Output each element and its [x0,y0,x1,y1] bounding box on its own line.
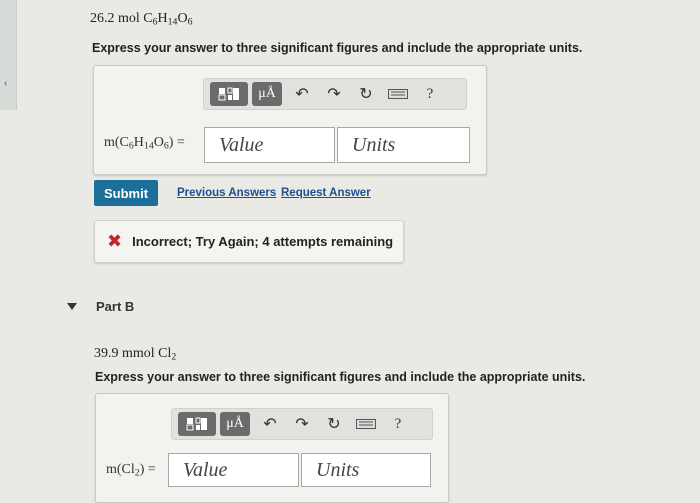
formula-text: C6H14O6 [143,11,193,28]
answer-label-a: m(C6H14O6) = [104,135,185,151]
label-text: m(C6H14O6) = [104,135,185,152]
question-a: 26.2 mol C6H14O6 [90,11,192,27]
units-button[interactable]: μÅ [252,82,282,106]
value-input-b[interactable]: Value [168,453,299,487]
reset-icon[interactable]: ↻ [318,412,350,436]
submit-button[interactable]: Submit [94,180,158,206]
answer-box-b: μÅ ↶ ↷ ↻ ? m(Cl2) = Value Units [95,393,449,503]
instructions-b: Express your answer to three significant… [95,370,586,384]
units-button[interactable]: μÅ [220,412,250,436]
previous-answers-link[interactable]: Previous Answers [177,187,276,199]
templates-icon-svg [218,87,239,101]
formula-text: Cl2 [158,346,177,363]
undo-icon[interactable]: ↶ [286,82,318,106]
feedback-box: ✖ Incorrect; Try Again; 4 attempts remai… [94,220,404,263]
math-toolbar-a: μÅ ↶ ↷ ↻ ? [203,78,467,110]
feedback-text: Incorrect; Try Again; 4 attempts remaini… [132,234,394,249]
quantity-text: 26.2 mol [90,11,140,26]
answer-box-a: μÅ ↶ ↷ ↻ ? m(C6H14O6) = Value Units [93,65,487,175]
math-toolbar-b: μÅ ↶ ↷ ↻ ? [171,408,433,440]
templates-icon[interactable] [210,82,248,106]
units-input-a[interactable]: Units [337,127,470,163]
keyboard-icon-svg [356,419,376,429]
help-icon[interactable]: ? [414,82,446,106]
reset-icon[interactable]: ↻ [350,82,382,106]
caret-down-icon[interactable] [67,303,77,310]
units-input-b[interactable]: Units [301,453,431,487]
chevron-left-icon[interactable]: ‹ [4,78,7,89]
redo-icon[interactable]: ↷ [286,412,318,436]
quantity-text: 39.9 mmol [94,346,155,361]
keyboard-icon[interactable] [350,412,382,436]
close-icon: ✖ [107,231,123,251]
redo-icon[interactable]: ↷ [318,82,350,106]
left-panel-edge [0,0,17,110]
question-b: 39.9 mmol Cl2 [94,346,176,362]
instructions-a: Express your answer to three significant… [92,41,583,55]
templates-icon-svg [186,417,207,431]
request-answer-link[interactable]: Request Answer [281,187,371,199]
templates-icon[interactable] [178,412,216,436]
label-text: m(Cl2) = [106,462,156,479]
value-input-a[interactable]: Value [204,127,335,163]
undo-icon[interactable]: ↶ [254,412,286,436]
keyboard-icon[interactable] [382,82,414,106]
answer-label-b: m(Cl2) = [106,462,156,478]
keyboard-icon-svg [388,89,408,99]
help-icon[interactable]: ? [382,412,414,436]
part-b-heading[interactable]: Part B [96,299,134,314]
